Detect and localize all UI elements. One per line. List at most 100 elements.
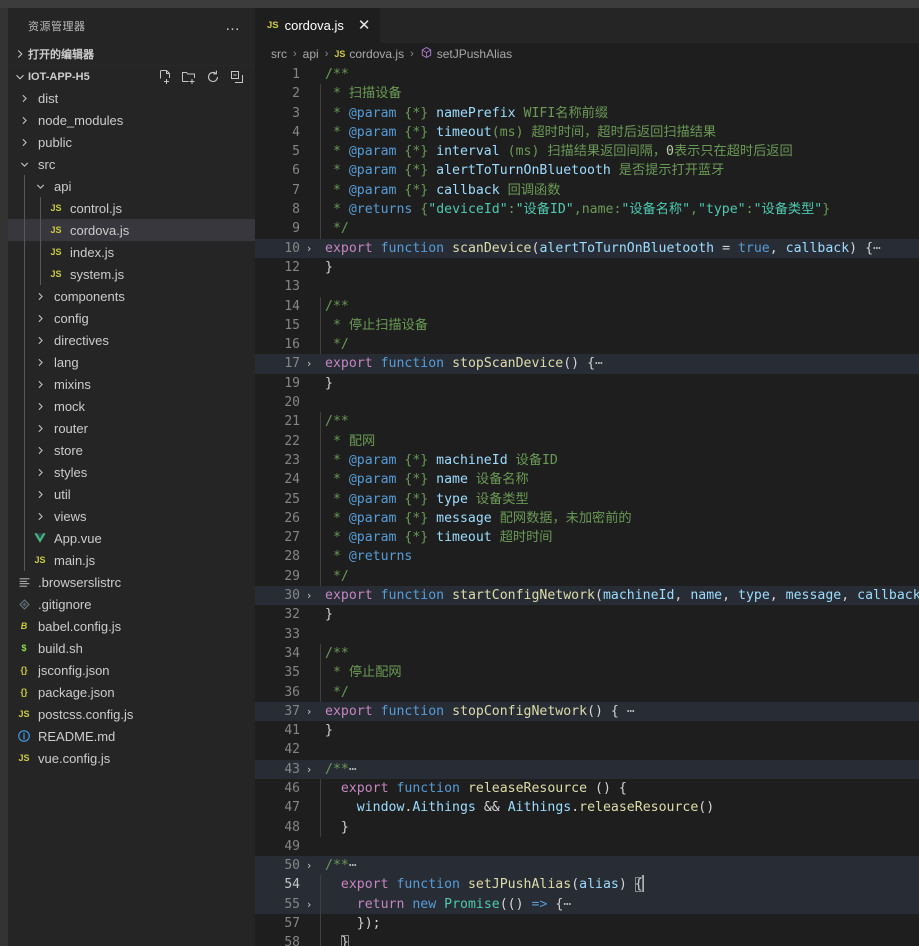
code-line[interactable]: 10 › export function scanDevice(alertToTur… bbox=[255, 238, 919, 258]
code-line[interactable]: 7 * @param {*} callback 回调函数 bbox=[255, 180, 919, 201]
code-line[interactable]: 42 bbox=[255, 740, 919, 759]
fold-chevron-icon[interactable]: › bbox=[300, 239, 318, 258]
code-line[interactable]: 12} bbox=[255, 258, 919, 277]
fold-chevron-icon[interactable]: › bbox=[300, 586, 318, 605]
fold-chevron-icon[interactable]: › bbox=[300, 354, 318, 373]
code-line[interactable]: 19} bbox=[255, 374, 919, 393]
code-line[interactable]: 22 * 配网 bbox=[255, 431, 919, 451]
tree-item-styles[interactable]: styles bbox=[8, 461, 255, 483]
code-line[interactable]: 28 * @returns bbox=[255, 547, 919, 567]
tree-item-system-js[interactable]: JS system.js bbox=[8, 263, 255, 285]
tree-item-mock[interactable]: mock bbox=[8, 395, 255, 417]
tree-item-control-js[interactable]: JS control.js bbox=[8, 197, 255, 219]
fold-chevron-icon[interactable]: › bbox=[300, 856, 318, 875]
code-line[interactable]: 47 window.Aithings && Aithings.releaseRe… bbox=[255, 798, 919, 818]
tree-item-mixins[interactable]: mixins bbox=[8, 373, 255, 395]
tree-item-views[interactable]: views bbox=[8, 505, 255, 527]
code-line[interactable]: 49 bbox=[255, 837, 919, 856]
tree-item-node-modules[interactable]: node_modules bbox=[8, 109, 255, 131]
tree-item-public[interactable]: public bbox=[8, 131, 255, 153]
tree-item-util[interactable]: util bbox=[8, 483, 255, 505]
code-line[interactable]: 27 * @param {*} timeout 超时时间 bbox=[255, 528, 919, 548]
tree-item-cordova-js[interactable]: JS cordova.js bbox=[8, 219, 255, 241]
tree-item-store[interactable]: store bbox=[8, 439, 255, 461]
tree-item-gitignore[interactable]: .gitignore bbox=[8, 593, 255, 615]
editor-tab-cordova-js[interactable]: JS cordova.js ✕ bbox=[255, 8, 382, 43]
tree-item-directives[interactable]: directives bbox=[8, 329, 255, 351]
new-file-icon[interactable] bbox=[155, 67, 175, 87]
collapse-all-icon[interactable] bbox=[227, 67, 247, 87]
code-line[interactable]: 30 › export function startConfigNetwork(ma… bbox=[255, 586, 919, 606]
activity-bar[interactable] bbox=[0, 8, 8, 946]
code-line[interactable]: 24 * @param {*} name 设备名称 bbox=[255, 470, 919, 490]
code-line[interactable]: 25 * @param {*} type 设备类型 bbox=[255, 489, 919, 509]
code-line[interactable]: 32} bbox=[255, 605, 919, 624]
code-line[interactable]: 8 * @returns {"deviceId":"设备ID",name:"设备… bbox=[255, 200, 919, 220]
tree-item-main-js[interactable]: JS main.js bbox=[8, 549, 255, 571]
code-line[interactable]: 15 * 停止扫描设备 bbox=[255, 315, 919, 336]
code-content[interactable]: 1/** 2 * 扫描设备 3 * @param {*} namePrefix WI… bbox=[255, 65, 919, 946]
code-line[interactable]: 1 /** bbox=[255, 65, 919, 84]
code-line[interactable]: 6 * @param {*} alertToTurnOnBluetooth 是否… bbox=[255, 161, 919, 181]
breadcrumb-item-cordova-js[interactable]: JS cordova.js bbox=[334, 47, 404, 61]
tree-item-src[interactable]: src bbox=[8, 153, 255, 175]
fold-chevron-icon[interactable]: › bbox=[300, 760, 318, 779]
code-line[interactable]: 34 /** bbox=[255, 643, 919, 664]
tree-item-dist[interactable]: dist bbox=[8, 87, 255, 109]
file-tree[interactable]: dist node_modules public src api JS control.js… bbox=[8, 87, 255, 946]
code-line[interactable]: 3 * @param {*} namePrefix WIFI名称前缀 bbox=[255, 103, 919, 123]
tree-item-lang[interactable]: lang bbox=[8, 351, 255, 373]
code-line[interactable]: 21 /** bbox=[255, 412, 919, 432]
tree-item-index-js[interactable]: JS index.js bbox=[8, 241, 255, 263]
code-line[interactable]: 13 bbox=[255, 277, 919, 296]
tree-item-readme-md[interactable]: README.md bbox=[8, 725, 255, 747]
code-line[interactable]: 14 /** bbox=[255, 296, 919, 316]
code-line[interactable]: 36 */ bbox=[255, 682, 919, 702]
code-line[interactable]: 23 * @param {*} machineId 设备ID bbox=[255, 450, 919, 471]
tree-item-vue-config-js[interactable]: JS vue.config.js bbox=[8, 747, 255, 769]
code-line[interactable]: 48 } bbox=[255, 817, 919, 837]
section-open-editors[interactable]: 打开的编辑器 bbox=[8, 43, 255, 65]
code-line[interactable]: 33 bbox=[255, 625, 919, 644]
tree-item-api[interactable]: api bbox=[8, 175, 255, 197]
code-line[interactable]: 4 * @param {*} timeout(ms) 超时时间，超时后返回扫描结… bbox=[255, 122, 919, 143]
code-line[interactable]: 54 export function setJPushAlias(alias) … bbox=[255, 875, 919, 895]
code-line[interactable]: 29 */ bbox=[255, 566, 919, 587]
code-line[interactable]: 35 * 停止配网 bbox=[255, 663, 919, 683]
code-line[interactable]: 9 */ bbox=[255, 219, 919, 239]
section-project-root[interactable]: IOT-APP-H5 bbox=[8, 65, 255, 87]
code-line[interactable]: 41} bbox=[255, 721, 919, 740]
fold-chevron-icon[interactable]: › bbox=[300, 702, 318, 721]
code-line[interactable]: 2 * 扫描设备 bbox=[255, 84, 919, 104]
close-icon[interactable]: ✕ bbox=[358, 18, 371, 33]
tree-item-app-vue[interactable]: App.vue bbox=[8, 527, 255, 549]
tree-item-components[interactable]: components bbox=[8, 285, 255, 307]
breadcrumb-item-api[interactable]: api bbox=[303, 47, 319, 61]
code-editor[interactable]: 1/** 2 * 扫描设备 3 * @param {*} namePrefix WI… bbox=[255, 65, 919, 946]
code-line[interactable]: 26 * @param {*} message 配网数据，未加密前的 bbox=[255, 508, 919, 529]
code-line[interactable]: 55 › return new Promise(() => {⋯ bbox=[255, 894, 919, 915]
tree-item-config[interactable]: config bbox=[8, 307, 255, 329]
tree-item-jsconfig-json[interactable]: {} jsconfig.json bbox=[8, 659, 255, 681]
tree-item-babel-config-js[interactable]: Bbabel.config.js bbox=[8, 615, 255, 637]
code-line[interactable]: 43 › /**⋯ bbox=[255, 759, 919, 779]
code-line[interactable]: 17 › export function stopScanDevice() {⋯ bbox=[255, 354, 919, 374]
tree-item-build-sh[interactable]: $ build.sh bbox=[8, 637, 255, 659]
tree-item-browserslistrc[interactable]: .browserslistrc bbox=[8, 571, 255, 593]
new-folder-icon[interactable] bbox=[179, 67, 199, 87]
code-line[interactable]: 50 › /**⋯ bbox=[255, 856, 919, 876]
explorer-more-actions-icon[interactable]: … bbox=[225, 18, 247, 33]
code-line[interactable]: 37 › export function stopConfigNetwork() {… bbox=[255, 701, 919, 722]
refresh-icon[interactable] bbox=[203, 67, 223, 87]
code-line[interactable]: 5 * @param {*} interval (ms) 扫描结果返回间隔，0表… bbox=[255, 142, 919, 162]
breadcrumb-item-src[interactable]: src bbox=[271, 47, 287, 61]
code-line[interactable]: 16 */ bbox=[255, 335, 919, 355]
code-line[interactable]: 46 export function releaseResource () { bbox=[255, 778, 919, 799]
code-line[interactable]: 20 bbox=[255, 393, 919, 412]
tree-item-router[interactable]: router bbox=[8, 417, 255, 439]
tree-item-package-json[interactable]: {} package.json bbox=[8, 681, 255, 703]
tree-item-postcss-config-js[interactable]: JS postcss.config.js bbox=[8, 703, 255, 725]
code-line[interactable]: 58 } bbox=[255, 933, 919, 946]
code-line[interactable]: 57 }); bbox=[255, 914, 919, 934]
breadcrumb-item-setJPushAlias[interactable]: setJPushAlias bbox=[420, 46, 512, 62]
